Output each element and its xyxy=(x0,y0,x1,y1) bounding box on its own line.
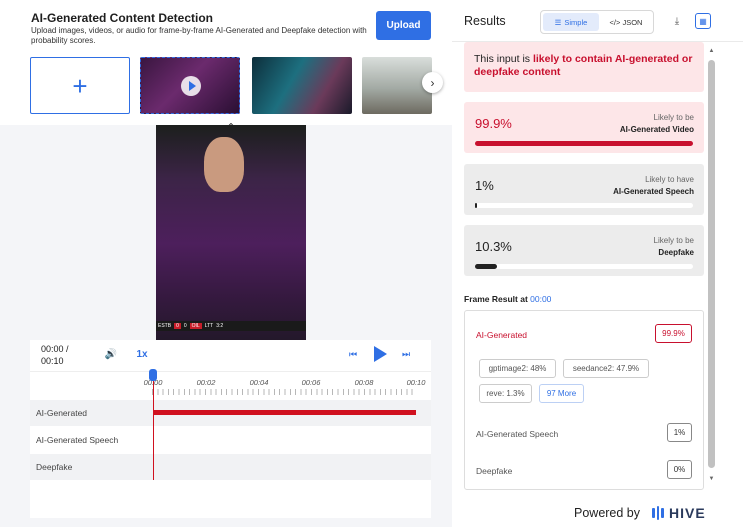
score-category: Deepfake xyxy=(658,248,694,257)
frame-deepfake-label: Deepfake xyxy=(476,466,513,476)
score-card-ai-speech: 1% Likely to have AI-Generated Speech xyxy=(464,164,704,215)
hive-logo-icon xyxy=(652,506,665,520)
model-chip: reve: 1.3% xyxy=(479,384,532,403)
current-time: 00:00 / xyxy=(41,344,69,354)
score-category: AI-Generated Video xyxy=(619,125,694,134)
upload-button[interactable]: Upload xyxy=(376,11,431,40)
timeline-row-deepfake: Deepfake xyxy=(30,454,431,480)
hud-text: 0 xyxy=(174,323,181,329)
timeline-row-ai-generated: AI-Generated xyxy=(30,400,431,426)
simple-view-button[interactable]: ☰ Simple xyxy=(543,13,599,31)
frame-ai-value: 99.9% xyxy=(655,324,692,343)
list-icon: ☰ xyxy=(554,17,562,27)
layout-icon[interactable]: ▦ xyxy=(695,13,711,29)
video-subject xyxy=(204,137,244,192)
score-category: AI-Generated Speech xyxy=(613,187,694,196)
row-label: Deepfake xyxy=(36,462,73,472)
scroll-up-icon[interactable]: ▲ xyxy=(706,48,717,56)
score-percent: 10.3% xyxy=(475,239,512,254)
tick-label: 00:10 xyxy=(406,378,426,387)
page-title: AI-Generated Content Detection xyxy=(31,11,214,25)
verdict-prefix: This input is xyxy=(474,53,533,65)
hud-text: 3:2 xyxy=(216,323,224,329)
score-card-ai-video: 99.9% Likely to be AI-Generated Video xyxy=(464,102,704,153)
upload-header: AI-Generated Content Detection Upload im… xyxy=(0,0,452,125)
page-subtitle: Upload images, videos, or audio for fram… xyxy=(31,26,367,45)
download-icon[interactable]: ⤓ xyxy=(669,13,685,29)
score-caption: Likely to be xyxy=(653,113,694,122)
upload-panel: AI-Generated Content Detection Upload im… xyxy=(0,0,452,527)
media-thumbnail-selected[interactable] xyxy=(140,57,240,114)
scroll-thumb[interactable] xyxy=(708,60,715,468)
more-models-button[interactable]: 97 More xyxy=(539,384,584,403)
plus-icon: + xyxy=(72,70,88,101)
results-scrollbar[interactable]: ▲ ▼ xyxy=(706,48,717,488)
hud-text: LTT xyxy=(204,323,214,329)
score-bar-fill xyxy=(475,141,693,146)
video-hud-bar: ESTB 0 0 OIL LTT 3:2 xyxy=(156,321,306,331)
scroll-down-icon[interactable]: ▼ xyxy=(706,476,717,484)
score-percent: 99.9% xyxy=(475,116,512,131)
score-caption: Likely to have xyxy=(645,175,694,184)
score-card-deepfake: 10.3% Likely to be Deepfake xyxy=(464,225,704,276)
frame-ai-label: AI-Generated xyxy=(476,330,528,340)
tick-label: 00:04 xyxy=(249,378,269,387)
ai-generated-track[interactable] xyxy=(153,410,416,415)
hud-text: ESTB xyxy=(158,323,172,329)
frame-result-label: Frame Result at xyxy=(464,294,531,304)
timeline-ruler[interactable]: 00:00 00:02 00:04 00:06 00:08 00:10 xyxy=(30,371,431,399)
frame-deepfake-value: 0% xyxy=(667,460,692,479)
results-panel: Results ☰ Simple </> JSON ⤓ ▦ This input… xyxy=(452,0,743,527)
score-bar xyxy=(475,141,693,146)
play-button[interactable] xyxy=(372,345,388,363)
powered-by-label: Powered by xyxy=(574,506,641,520)
hud-text: OIL xyxy=(189,323,202,329)
score-bar-fill xyxy=(475,203,478,208)
frame-result-box: AI-Generated 99.9% gptimage2: 48% seedan… xyxy=(464,310,704,490)
video-preview[interactable]: ESTB 0 0 OIL LTT 3:2 xyxy=(156,125,306,341)
speed-button[interactable]: 1x xyxy=(135,347,149,361)
frame-timestamp[interactable]: 00:00 xyxy=(530,294,551,304)
score-bar xyxy=(475,203,693,208)
playhead-handle[interactable] xyxy=(149,369,157,381)
brand-name: HIVE xyxy=(669,505,706,521)
frame-speech-label: AI-Generated Speech xyxy=(476,429,559,439)
score-bar xyxy=(475,264,693,269)
play-icon xyxy=(181,76,201,96)
skip-forward-icon[interactable]: ⏭ xyxy=(400,348,412,360)
tick-label: 00:06 xyxy=(301,378,321,387)
minor-ticks xyxy=(152,389,416,395)
playhead-line xyxy=(153,372,154,480)
media-thumbnail[interactable] xyxy=(252,57,352,114)
time-readout: 00:00 / 00:10 xyxy=(41,343,81,367)
model-chip: seedance2: 47.9% xyxy=(563,359,649,378)
verdict-banner: This input is likely to contain AI-gener… xyxy=(464,42,704,92)
timeline-panel: 00:00 / 00:10 🔊 1x ⏮ ⏭ 00:00 00:02 00:04… xyxy=(30,340,431,518)
tick-label: 00:08 xyxy=(354,378,374,387)
score-percent: 1% xyxy=(475,178,494,193)
add-media-button[interactable]: + xyxy=(30,57,130,114)
hive-logo[interactable]: HIVE xyxy=(652,505,706,521)
timeline-row-speech: AI-Generated Speech xyxy=(30,427,431,453)
results-title: Results xyxy=(464,14,506,28)
json-view-button[interactable]: </> JSON xyxy=(603,13,649,31)
frame-result-heading: Frame Result at 00:00 xyxy=(464,294,551,304)
volume-icon[interactable]: 🔊 xyxy=(104,347,118,361)
row-label: AI-Generated Speech xyxy=(36,435,119,445)
hud-text: 0 xyxy=(183,323,187,329)
model-chip: gptimage2: 48% xyxy=(479,359,556,378)
frame-speech-value: 1% xyxy=(667,423,692,442)
score-caption: Likely to be xyxy=(653,236,694,245)
toggle-label: Simple xyxy=(564,17,588,27)
skip-back-icon[interactable]: ⏮ xyxy=(347,348,359,360)
view-toggle: ☰ Simple </> JSON xyxy=(540,10,654,34)
row-label: AI-Generated xyxy=(36,408,88,418)
tick-label: 00:02 xyxy=(196,378,216,387)
score-bar-fill xyxy=(475,264,498,269)
total-time: 00:10 xyxy=(41,356,64,366)
chevron-right-icon[interactable]: › xyxy=(422,72,443,93)
